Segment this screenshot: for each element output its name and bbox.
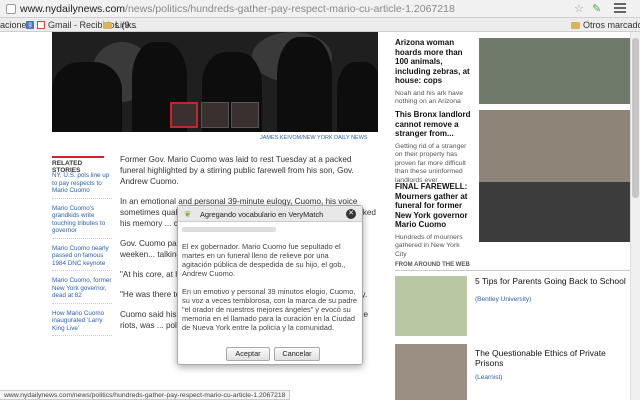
gallery-thumb[interactable] xyxy=(231,102,259,128)
progress-bar xyxy=(182,227,276,232)
bookmark-label: Otros marcadores xyxy=(583,20,640,30)
page-icon xyxy=(6,4,16,14)
gallery-thumb[interactable] xyxy=(201,102,229,128)
dialog-body: El ex gobernador. Mario Cuomo fue sepult… xyxy=(182,242,360,341)
verymatch-dialog: ❦ Agregando vocabulario en VeryMatch ✕ E… xyxy=(177,205,363,365)
photo-caption: JAMES KEIVOM/NEW YORK DAILY NEWS xyxy=(260,135,368,141)
status-bar: www.nydailynews.com/news/politics/hundre… xyxy=(0,390,291,400)
folder-icon xyxy=(571,21,580,29)
bookmark-links[interactable]: Links xyxy=(103,20,136,30)
story-title[interactable]: Arizona woman hoards more than 100 anima… xyxy=(395,38,473,86)
browser-menu-icon[interactable] xyxy=(614,3,626,14)
article-paragraph: Former Gov. Mario Cuomo was laid to rest… xyxy=(120,155,354,186)
translation-paragraph: En un emotivo y personal 39 minutos elog… xyxy=(182,287,358,332)
address-bar-row: www.nydailynews.com/news/politics/hundre… xyxy=(0,0,640,18)
promo-source: (Bentley University) xyxy=(475,296,532,303)
related-link[interactable]: How Mario Cuomo inaugurated 'Larry King … xyxy=(52,310,112,336)
promo-title[interactable]: 5 Tips for Parents Going Back to School xyxy=(475,276,635,286)
promo-title[interactable]: The Questionable Ethics of Private Priso… xyxy=(475,348,635,368)
scrollbar-thumb[interactable] xyxy=(632,38,639,198)
url-field[interactable]: www.nydailynews.com/news/politics/hundre… xyxy=(20,3,455,15)
url-host: www.nydailynews.com xyxy=(20,3,126,15)
dialog-header: ❦ Agregando vocabulario en VeryMatch ✕ xyxy=(178,206,362,222)
dialog-title: Agregando vocabulario en VeryMatch xyxy=(200,210,324,219)
promo-card[interactable]: 5 Tips for Parents Going Back to School … xyxy=(395,276,635,336)
close-icon[interactable]: ✕ xyxy=(346,209,356,219)
gallery-thumb[interactable] xyxy=(170,102,198,128)
related-list: NY, U.S. pols line up to pay respects to… xyxy=(52,172,112,342)
bookmark-other[interactable]: Otros marcadores xyxy=(571,20,640,30)
story-card[interactable]: Arizona woman hoards more than 100 anima… xyxy=(395,38,635,107)
story-desc: Getting rid of a stranger on their prope… xyxy=(395,142,467,184)
promo-image[interactable] xyxy=(395,276,467,336)
related-link[interactable]: Mario Cuomo, former New York governor, d… xyxy=(52,277,112,304)
page-scrollbar[interactable] xyxy=(630,32,640,400)
verymatch-leaf-icon: ❦ xyxy=(184,209,192,219)
extension-icon[interactable]: ✎ xyxy=(592,2,601,15)
promo-card[interactable]: The Questionable Ethics of Private Priso… xyxy=(395,344,635,400)
translation-paragraph: El ex gobernador. Mario Cuomo fue sepult… xyxy=(182,242,346,278)
story-image[interactable] xyxy=(479,38,635,104)
url-path: /news/politics/hundreds-gather-pay-respe… xyxy=(125,3,455,15)
story-title[interactable]: This Bronx landlord cannot remove a stra… xyxy=(395,110,473,139)
promo-source: (Learnist) xyxy=(475,374,503,381)
related-link[interactable]: Mario Cuomo's grandkids write touching t… xyxy=(52,205,112,239)
story-desc: Noah and his ark have nothing on an Ariz… xyxy=(395,89,464,106)
folder-icon xyxy=(103,21,112,29)
bookmarks-bar: aciones g Gmail - Recibidos (9... Links … xyxy=(0,18,640,32)
promo-image[interactable] xyxy=(395,344,467,400)
accept-button[interactable]: Aceptar xyxy=(226,347,270,361)
related-link[interactable]: NY, U.S. pols line up to pay respects to… xyxy=(52,172,112,199)
cancel-button[interactable]: Cancelar xyxy=(274,347,320,361)
related-link[interactable]: Mario Cuomo nearly passed on famous 1984… xyxy=(52,245,112,271)
story-desc: Hundreds of mourners gathered in New Yor… xyxy=(395,233,463,258)
bookmark-star-icon[interactable]: ☆ xyxy=(574,2,584,15)
gmail-icon xyxy=(37,21,45,29)
story-image[interactable] xyxy=(479,182,635,242)
story-card[interactable]: FINAL FAREWELL: Mourners gather at funer… xyxy=(395,182,635,259)
story-card[interactable]: This Bronx landlord cannot remove a stra… xyxy=(395,110,635,185)
google-icon: g xyxy=(26,21,34,29)
section-heading: FROM AROUND THE WEB xyxy=(395,262,635,271)
story-title[interactable]: FINAL FAREWELL: Mourners gather at funer… xyxy=(395,182,473,230)
bookmark-label: Links xyxy=(115,20,137,30)
story-image[interactable] xyxy=(479,110,635,184)
